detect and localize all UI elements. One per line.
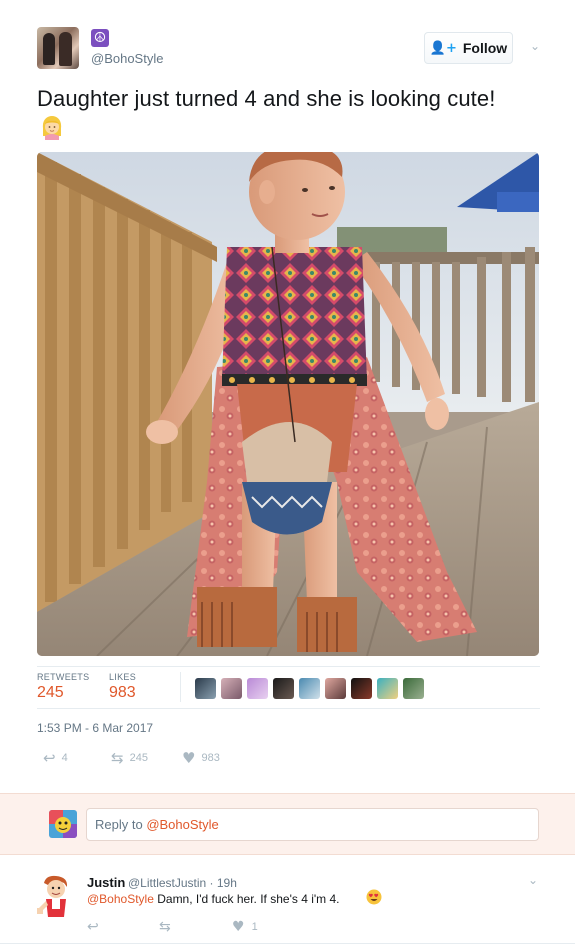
- reply-arrow-icon: ↩: [43, 749, 56, 767]
- retweets-label[interactable]: RETWEETS: [37, 672, 89, 682]
- follow-label: Follow: [462, 40, 508, 56]
- liker-avatar[interactable]: [299, 678, 320, 699]
- user-handle[interactable]: @BohoStyle: [91, 51, 163, 66]
- divider-top: [37, 666, 540, 667]
- commenter-avatar[interactable]: [36, 873, 76, 919]
- profile-avatar[interactable]: [37, 27, 79, 69]
- tweet-photo[interactable]: [37, 152, 539, 656]
- heart-eyes-emoji-icon: [366, 889, 382, 905]
- commenter-name[interactable]: Justin: [87, 875, 125, 890]
- current-user-avatar[interactable]: [49, 810, 77, 838]
- comment-mention[interactable]: @BohoStyle: [87, 892, 154, 906]
- liker-avatar[interactable]: [273, 678, 294, 699]
- reply-prefix: Reply to: [95, 817, 147, 832]
- commenter-handle[interactable]: @LittlestJustin · 19h: [128, 876, 237, 890]
- retweet-icon: ⇆: [159, 919, 171, 935]
- comment-text: @BohoStyle Damn, I'd fuck her. If she's …: [87, 892, 340, 906]
- liker-avatar[interactable]: [221, 678, 242, 699]
- comment-chevron-down-icon[interactable]: ⌄: [528, 873, 538, 887]
- stats-separator: [180, 672, 181, 702]
- peace-sign-icon[interactable]: ☮: [91, 29, 109, 47]
- liker-avatar[interactable]: [377, 678, 398, 699]
- divider-mid: [37, 708, 540, 709]
- reply-count: 4: [61, 752, 68, 764]
- liker-avatar[interactable]: [351, 678, 372, 699]
- tweet-text: Daughter just turned 4 and she is lookin…: [37, 86, 496, 111]
- liker-avatar[interactable]: [247, 678, 268, 699]
- tweet-card: ☮ @BohoStyle 👤+ Follow ⌄ Daughter just t…: [0, 0, 575, 946]
- heart-icon: ♥: [182, 749, 196, 767]
- comment-like-button[interactable]: ♥ 1: [232, 919, 258, 935]
- liker-avatar[interactable]: [403, 678, 424, 699]
- follow-person-plus-icon: 👤+: [429, 40, 457, 56]
- retweet-count: 245: [129, 752, 148, 764]
- reply-mention: @BohoStyle: [146, 817, 219, 832]
- retweets-count[interactable]: 245: [37, 684, 64, 702]
- chevron-down-icon[interactable]: ⌄: [527, 38, 543, 54]
- comment-like-count: 1: [251, 921, 258, 933]
- person-blond-hair-emoji-icon: [42, 116, 62, 140]
- liker-avatar[interactable]: [195, 678, 216, 699]
- retweet-icon: ⇆: [111, 749, 124, 767]
- like-count: 983: [201, 752, 220, 764]
- liker-avatar[interactable]: [325, 678, 346, 699]
- like-button[interactable]: ♥ 983: [182, 749, 220, 767]
- photo-illustration: [37, 152, 539, 656]
- tweet-timestamp[interactable]: 1:53 PM - 6 Mar 2017: [37, 721, 153, 735]
- reply-button[interactable]: ↩ 4: [43, 749, 68, 767]
- likes-count[interactable]: 983: [109, 684, 136, 702]
- retweet-button[interactable]: ⇆ 245: [111, 749, 148, 767]
- follow-button[interactable]: 👤+ Follow: [424, 32, 513, 64]
- comment-body: Damn, I'd fuck her. If she's 4 i'm 4.: [153, 892, 340, 906]
- reply-input[interactable]: Reply to @BohoStyle: [86, 808, 539, 841]
- likes-label[interactable]: LIKES: [109, 672, 136, 682]
- heart-icon: ♥: [232, 919, 245, 935]
- divider-bottom: [0, 943, 575, 944]
- comment-reply-button[interactable]: ↩: [87, 919, 99, 935]
- reply-arrow-icon: ↩: [87, 919, 99, 935]
- comment-retweet-button[interactable]: ⇆: [159, 919, 171, 935]
